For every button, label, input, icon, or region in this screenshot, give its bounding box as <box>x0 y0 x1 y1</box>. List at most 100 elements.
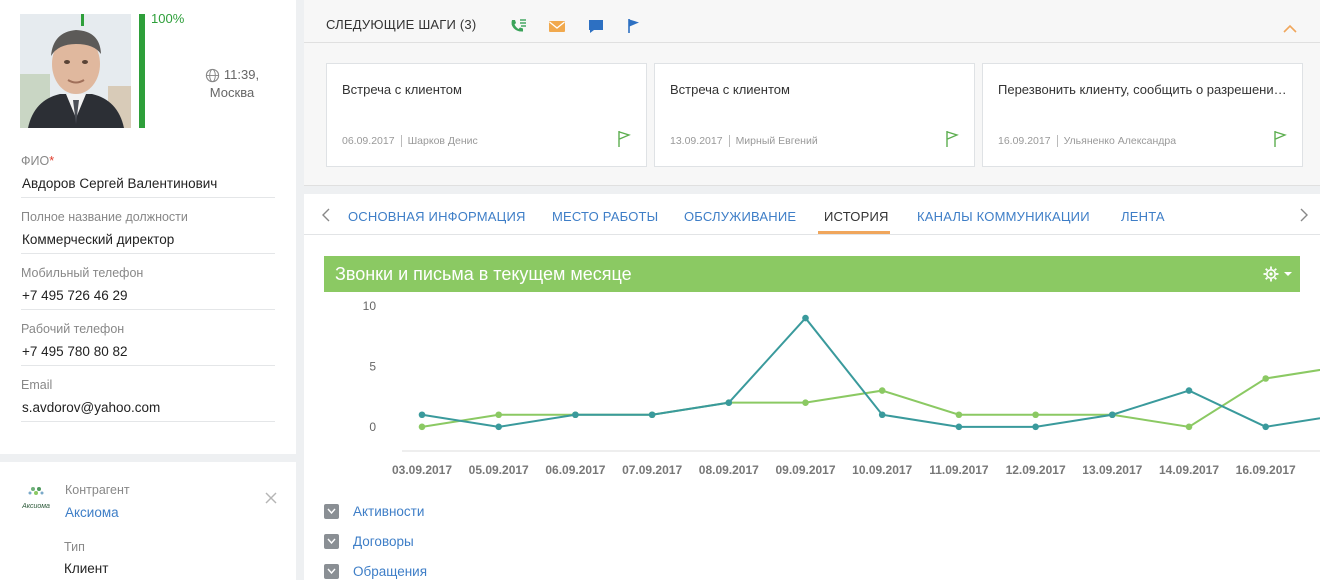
contact-photo[interactable] <box>20 14 131 128</box>
section-label[interactable]: Активности <box>353 504 424 519</box>
divider <box>304 42 1320 43</box>
chart-title: Звонки и письма в текущем месяце <box>335 264 632 284</box>
next-step-date: 13.09.2017 <box>670 135 723 147</box>
next-steps-title: СЛЕДУЮЩИЕ ШАГИ (3) <box>326 17 477 32</box>
next-step-date: 06.09.2017 <box>342 135 395 147</box>
section-contracts: Договоры <box>324 530 414 552</box>
tab-communication-channels[interactable]: КАНАЛЫ КОММУНИКАЦИИ <box>917 209 1090 224</box>
flag-icon[interactable] <box>1272 130 1288 148</box>
x-tick-label: 07.09.2017 <box>622 463 682 477</box>
local-time: 11:39, Москва <box>196 66 268 102</box>
chevron-down-icon <box>327 538 336 544</box>
data-point <box>725 399 733 406</box>
next-step-card[interactable]: Перезвонить клиенту, сообщить о разрешен… <box>982 63 1303 167</box>
type-value[interactable]: Клиент <box>64 561 108 576</box>
next-step-owner: Мирный Евгений <box>735 135 818 147</box>
data-point <box>418 423 426 431</box>
data-point <box>955 423 963 431</box>
job-title-input[interactable]: Коммерческий директор <box>21 226 275 254</box>
history-line-chart: 0 5 10 03.09.2017 05.09.2017 06.09.2017 07.09.… <box>363 299 1320 477</box>
expand-toggle[interactable] <box>324 503 339 519</box>
work-phone-input[interactable]: +7 495 780 80 82 <box>21 338 275 366</box>
y-tick-label: 0 <box>369 420 376 434</box>
x-tick-label: 09.09.2017 <box>775 463 835 477</box>
x-tick-label: 05.09.2017 <box>469 463 529 477</box>
profile-card: 100% 11:39, Москва ФИО* Авдоров Сергей В… <box>0 0 296 454</box>
field-label: Мобильный телефон <box>21 266 144 280</box>
progress-tick <box>81 14 84 26</box>
tab-bar: ОСНОВНАЯ ИНФОРМАЦИЯ МЕСТО РАБОТЫ ОБСЛУЖИ… <box>304 194 1320 235</box>
time-value: 11:39, <box>223 67 260 82</box>
data-point <box>878 387 886 394</box>
chat-icon[interactable] <box>587 18 605 34</box>
chart-header: Звонки и письма в текущем месяце <box>324 256 1300 292</box>
data-point <box>1032 411 1039 419</box>
close-icon[interactable] <box>263 490 279 506</box>
data-point <box>802 399 809 406</box>
main-content: ОСНОВНАЯ ИНФОРМАЦИЯ МЕСТО РАБОТЫ ОБСЛУЖИ… <box>304 194 1320 580</box>
data-point <box>572 411 579 419</box>
mobile-phone-input[interactable]: +7 495 726 46 29 <box>21 282 275 310</box>
x-tick-label: 03.09.2017 <box>392 463 452 477</box>
email-icon[interactable] <box>548 18 566 34</box>
contact-fields: ФИО* Авдоров Сергей Валентинович Полное … <box>21 148 275 428</box>
next-step-title: Встреча с клиентом <box>342 82 462 97</box>
data-point <box>648 411 656 419</box>
flag-icon[interactable] <box>944 130 960 148</box>
data-point <box>1262 375 1269 382</box>
next-step-date: 16.09.2017 <box>998 135 1051 147</box>
series-line-1 <box>421 316 1320 428</box>
tab-feed[interactable]: ЛЕНТА <box>1121 209 1165 224</box>
flag-icon[interactable] <box>616 130 632 148</box>
field-label: ФИО <box>21 154 50 168</box>
data-point <box>418 411 426 419</box>
phone-icon[interactable] <box>509 18 527 34</box>
data-point <box>1032 423 1039 431</box>
section-cases: Обращения <box>324 560 427 580</box>
svg-text:Аксиома: Аксиома <box>21 503 50 510</box>
data-point <box>1185 387 1193 394</box>
expand-toggle[interactable] <box>324 563 339 579</box>
type-label: Тип <box>64 540 85 554</box>
next-steps-panel: СЛЕДУЮЩИЕ ШАГИ (3) Встреча с клиентом 06… <box>304 0 1320 186</box>
divider <box>728 135 730 147</box>
tab-workplace[interactable]: МЕСТО РАБОТЫ <box>552 209 658 224</box>
section-label[interactable]: Договоры <box>353 534 414 549</box>
data-point <box>1262 423 1269 431</box>
x-tick-label: 14.09.2017 <box>1159 463 1219 477</box>
chevron-up-icon[interactable] <box>1282 22 1298 34</box>
divider <box>400 135 402 147</box>
data-point <box>955 411 963 419</box>
required-mark: * <box>49 154 55 168</box>
tab-main-info[interactable]: ОСНОВНАЯ ИНФОРМАЦИЯ <box>348 209 526 224</box>
section-label[interactable]: Обращения <box>353 564 427 579</box>
tab-service[interactable]: ОБСЛУЖИВАНИЕ <box>684 209 796 224</box>
account-link[interactable]: Аксиома <box>65 505 119 520</box>
data-point <box>802 314 809 322</box>
expand-toggle[interactable] <box>324 533 339 549</box>
email-input[interactable]: s.avdorov@yahoo.com <box>21 394 275 422</box>
x-tick-label: 16.09.2017 <box>1236 463 1296 477</box>
active-tab-indicator <box>818 231 890 234</box>
chevron-left-icon[interactable] <box>320 208 332 222</box>
chevron-right-icon[interactable] <box>1298 208 1310 222</box>
field-label: Полное название должности <box>21 210 188 224</box>
data-point <box>495 411 502 419</box>
next-step-title: Встреча с клиентом <box>670 82 790 97</box>
tab-history[interactable]: ИСТОРИЯ <box>824 209 889 224</box>
field-work-phone: Рабочий телефон +7 495 780 80 82 <box>21 316 275 372</box>
x-tick-label: 12.09.2017 <box>1006 463 1066 477</box>
full-name-input[interactable]: Авдоров Сергей Валентинович <box>21 170 275 198</box>
data-point <box>878 411 886 419</box>
completeness-label: 100% <box>151 11 185 26</box>
flag-icon[interactable] <box>625 18 643 34</box>
x-tick-label: 08.09.2017 <box>699 463 759 477</box>
x-tick-label: 11.09.2017 <box>929 463 989 477</box>
gear-icon[interactable] <box>1262 265 1294 283</box>
next-step-owner: Ульяненко Александра <box>1063 135 1177 147</box>
x-tick-label: 13.09.2017 <box>1082 463 1142 477</box>
data-point <box>1109 411 1116 419</box>
next-step-card[interactable]: Встреча с клиентом 06.09.2017 Шарков Ден… <box>326 63 647 167</box>
next-step-card[interactable]: Встреча с клиентом 13.09.2017 Мирный Евг… <box>654 63 975 167</box>
field-mobile-phone: Мобильный телефон +7 495 726 46 29 <box>21 260 275 316</box>
